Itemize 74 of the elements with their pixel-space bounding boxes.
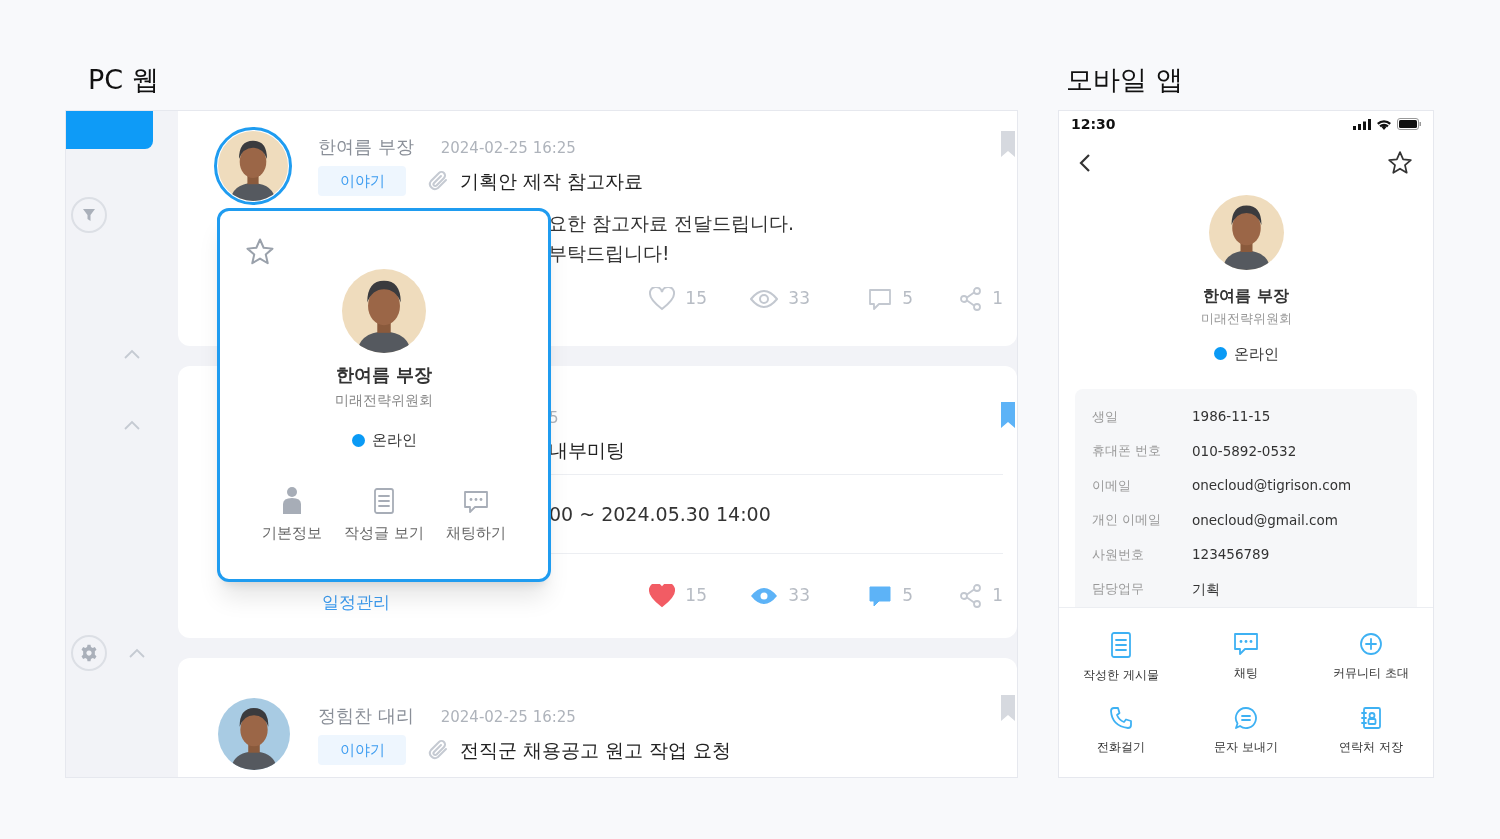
settings-button[interactable]	[71, 635, 107, 671]
info-value: 123456789	[1192, 545, 1270, 565]
info-label: 이메일	[1092, 476, 1132, 495]
status-label: 온라인	[371, 430, 417, 451]
section-heading: 모바일 앱	[1066, 62, 1183, 97]
info-value: 1986-11-15	[1192, 407, 1271, 427]
count: 15	[685, 287, 707, 310]
chat-icon	[1233, 632, 1259, 656]
category-tag: 이야기	[318, 166, 406, 196]
category-tag: 이야기	[318, 735, 406, 765]
info-value: 기획	[1192, 579, 1220, 599]
info-label: 사원번호	[1092, 545, 1145, 564]
profile-action[interactable]: 채팅하기	[436, 485, 516, 544]
count: 15	[685, 584, 707, 607]
author-name: 정힘찬 대리	[318, 704, 414, 728]
filter-button[interactable]	[71, 197, 107, 233]
document-icon	[373, 487, 395, 514]
message-icon	[1234, 706, 1258, 730]
profile-action[interactable]: 커뮤니티 초대	[1308, 632, 1433, 684]
post-title[interactable]: 내부미팅	[549, 432, 1003, 468]
wifi-icon	[1376, 118, 1392, 130]
info-label: 담당업무	[1092, 580, 1145, 598]
profile-name: 한여름 부장	[1203, 285, 1289, 307]
info-label: 생일	[1092, 407, 1119, 426]
chevron-up-icon[interactable]	[124, 420, 140, 430]
sidebar-tab[interactable]	[66, 111, 153, 149]
info-value: onecloud@tigrison.com	[1192, 476, 1352, 496]
chat-icon	[463, 489, 489, 514]
category-tag: 일정관리	[322, 590, 390, 616]
status-label: 온라인	[1233, 343, 1279, 365]
section-heading: PC 웹	[88, 62, 159, 97]
post-date: 2024-02-25 16:25	[440, 138, 576, 159]
author-name: 한여름 부장	[318, 135, 414, 159]
info-label: 개인 이메일	[1092, 511, 1163, 529]
post-title[interactable]: 전직군 채용공고 원고 작업 요청	[460, 735, 732, 765]
address-book-icon	[1358, 706, 1383, 730]
settings-icon	[80, 644, 98, 662]
count: 33	[788, 287, 810, 310]
chevron-up-icon[interactable]	[129, 648, 145, 658]
post-date: 2024-02-25 16:25	[440, 707, 576, 728]
star-icon[interactable]	[1387, 150, 1413, 176]
profile-action[interactable]: 기본정보	[252, 485, 332, 544]
post-text: 요한 참고자료 전달드립니다.	[548, 211, 796, 236]
chevron-up-icon[interactable]	[124, 349, 140, 359]
profile-action[interactable]: 작성한 게시물	[1059, 632, 1184, 684]
document-icon	[1110, 632, 1133, 658]
back-icon[interactable]	[1079, 153, 1091, 173]
profile-action[interactable]: 작성글 보기	[344, 485, 424, 544]
count: 1	[992, 287, 1003, 310]
phone-icon	[1109, 706, 1134, 730]
department: 미래전략위원회	[1200, 310, 1292, 328]
profile-action[interactable]: 전화걸기	[1059, 706, 1184, 756]
info-value: 010-5892-0532	[1192, 441, 1297, 461]
post-title[interactable]: 기획안 제작 참고자료	[460, 166, 644, 196]
count: 33	[788, 584, 810, 607]
count: 5	[902, 287, 913, 310]
profile-action[interactable]: 채팅	[1183, 632, 1309, 684]
count: 1	[992, 584, 1003, 607]
schedule-time: 00 ~ 2024.05.30 14:00	[549, 502, 772, 527]
department: 미래전략위원회	[335, 391, 433, 410]
post-text: 부탁드립니다!	[548, 241, 671, 266]
plus-circle-icon	[1358, 632, 1383, 656]
info-value: onecloud@gmail.com	[1192, 510, 1338, 530]
star-icon[interactable]	[245, 237, 275, 267]
profile-action[interactable]: 문자 보내기	[1183, 706, 1309, 756]
person-icon	[281, 485, 303, 514]
info-label: 휴대폰 번호	[1092, 442, 1163, 460]
filter-icon	[82, 208, 96, 222]
count: 5	[902, 584, 913, 607]
signal-icon	[1353, 118, 1371, 130]
profile-name: 한여름 부장	[335, 363, 433, 387]
status-time: 12:30	[1071, 114, 1116, 134]
battery-icon	[1397, 118, 1421, 130]
profile-action[interactable]: 연락처 저장	[1308, 706, 1433, 756]
